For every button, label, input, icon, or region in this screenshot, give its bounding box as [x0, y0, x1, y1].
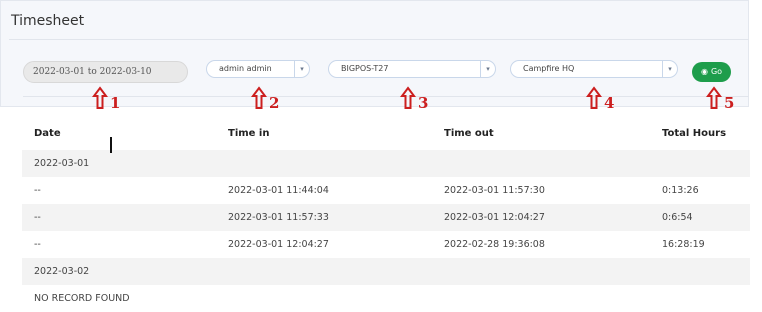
- column-header-time-in[interactable]: Time in: [228, 128, 269, 139]
- timesheet-table: Date Time in Time out Total Hours 2022-0…: [22, 118, 750, 312]
- text-cursor: [110, 137, 112, 153]
- marker-number: 5: [724, 94, 735, 112]
- cell-date: 2022-03-01: [34, 158, 90, 169]
- location-select-value: Campfire HQ: [523, 64, 575, 73]
- device-select[interactable]: BIGPOS-T27 ▾: [328, 60, 496, 78]
- table-row: 2022-03-01: [22, 150, 750, 177]
- up-arrow-icon: [251, 86, 267, 109]
- title-divider: [9, 39, 749, 40]
- date-range-input[interactable]: 2022-03-01 to 2022-03-10: [23, 61, 188, 83]
- filter-divider: [23, 96, 749, 97]
- cell-total-hours: 16:28:19: [662, 239, 705, 250]
- chevron-down-icon[interactable]: ▾: [480, 61, 495, 77]
- cell-time-out: 2022-03-01 12:04:27: [444, 212, 545, 223]
- table-header: Date Time in Time out Total Hours: [22, 118, 750, 150]
- go-button[interactable]: ◉ Go: [692, 62, 731, 82]
- cell-time-out: 2022-03-01 11:57:30: [444, 185, 545, 196]
- column-header-time-out[interactable]: Time out: [444, 128, 494, 139]
- table-row: NO RECORD FOUND: [22, 285, 750, 312]
- table-row: -- 2022-03-01 11:44:04 2022-03-01 11:57:…: [22, 177, 750, 204]
- table-row: -- 2022-03-01 11:57:33 2022-03-01 12:04:…: [22, 204, 750, 231]
- cell-time-in: 2022-03-01 12:04:27: [228, 239, 329, 250]
- user-select-value: admin admin: [219, 64, 272, 73]
- marker-number: 3: [418, 94, 429, 112]
- table-row: -- 2022-03-01 12:04:27 2022-02-28 19:36:…: [22, 231, 750, 258]
- chevron-down-icon[interactable]: ▾: [662, 61, 677, 77]
- cell-total-hours: 0:13:26: [662, 185, 699, 196]
- cell-time-out: 2022-02-28 19:36:08: [444, 239, 545, 250]
- go-button-label: Go: [710, 67, 723, 76]
- user-select[interactable]: admin admin ▾: [206, 60, 310, 78]
- cell-total-hours: 0:6:54: [662, 212, 693, 223]
- page-title: Timesheet: [11, 13, 85, 29]
- eye-icon: ◉: [700, 67, 708, 76]
- cell-date: --: [34, 185, 41, 196]
- up-arrow-icon: [706, 86, 722, 109]
- location-select[interactable]: Campfire HQ ▾: [510, 60, 678, 78]
- filter-panel: Timesheet: [0, 0, 749, 107]
- up-arrow-icon: [92, 86, 108, 109]
- marker-number: 1: [110, 94, 121, 112]
- no-record-message: NO RECORD FOUND: [34, 293, 130, 304]
- marker-number: 4: [604, 94, 615, 112]
- up-arrow-icon: [400, 86, 416, 109]
- marker-number: 2: [269, 94, 280, 112]
- cell-date: --: [34, 212, 41, 223]
- up-arrow-icon: [586, 86, 602, 109]
- cell-date: 2022-03-02: [34, 266, 90, 277]
- chevron-down-icon[interactable]: ▾: [294, 61, 309, 77]
- table-row: 2022-03-02: [22, 258, 750, 285]
- cell-time-in: 2022-03-01 11:57:33: [228, 212, 329, 223]
- column-header-date[interactable]: Date: [34, 128, 61, 139]
- cell-time-in: 2022-03-01 11:44:04: [228, 185, 329, 196]
- device-select-value: BIGPOS-T27: [341, 64, 389, 73]
- cell-date: --: [34, 239, 41, 250]
- column-header-total-hours[interactable]: Total Hours: [662, 128, 726, 139]
